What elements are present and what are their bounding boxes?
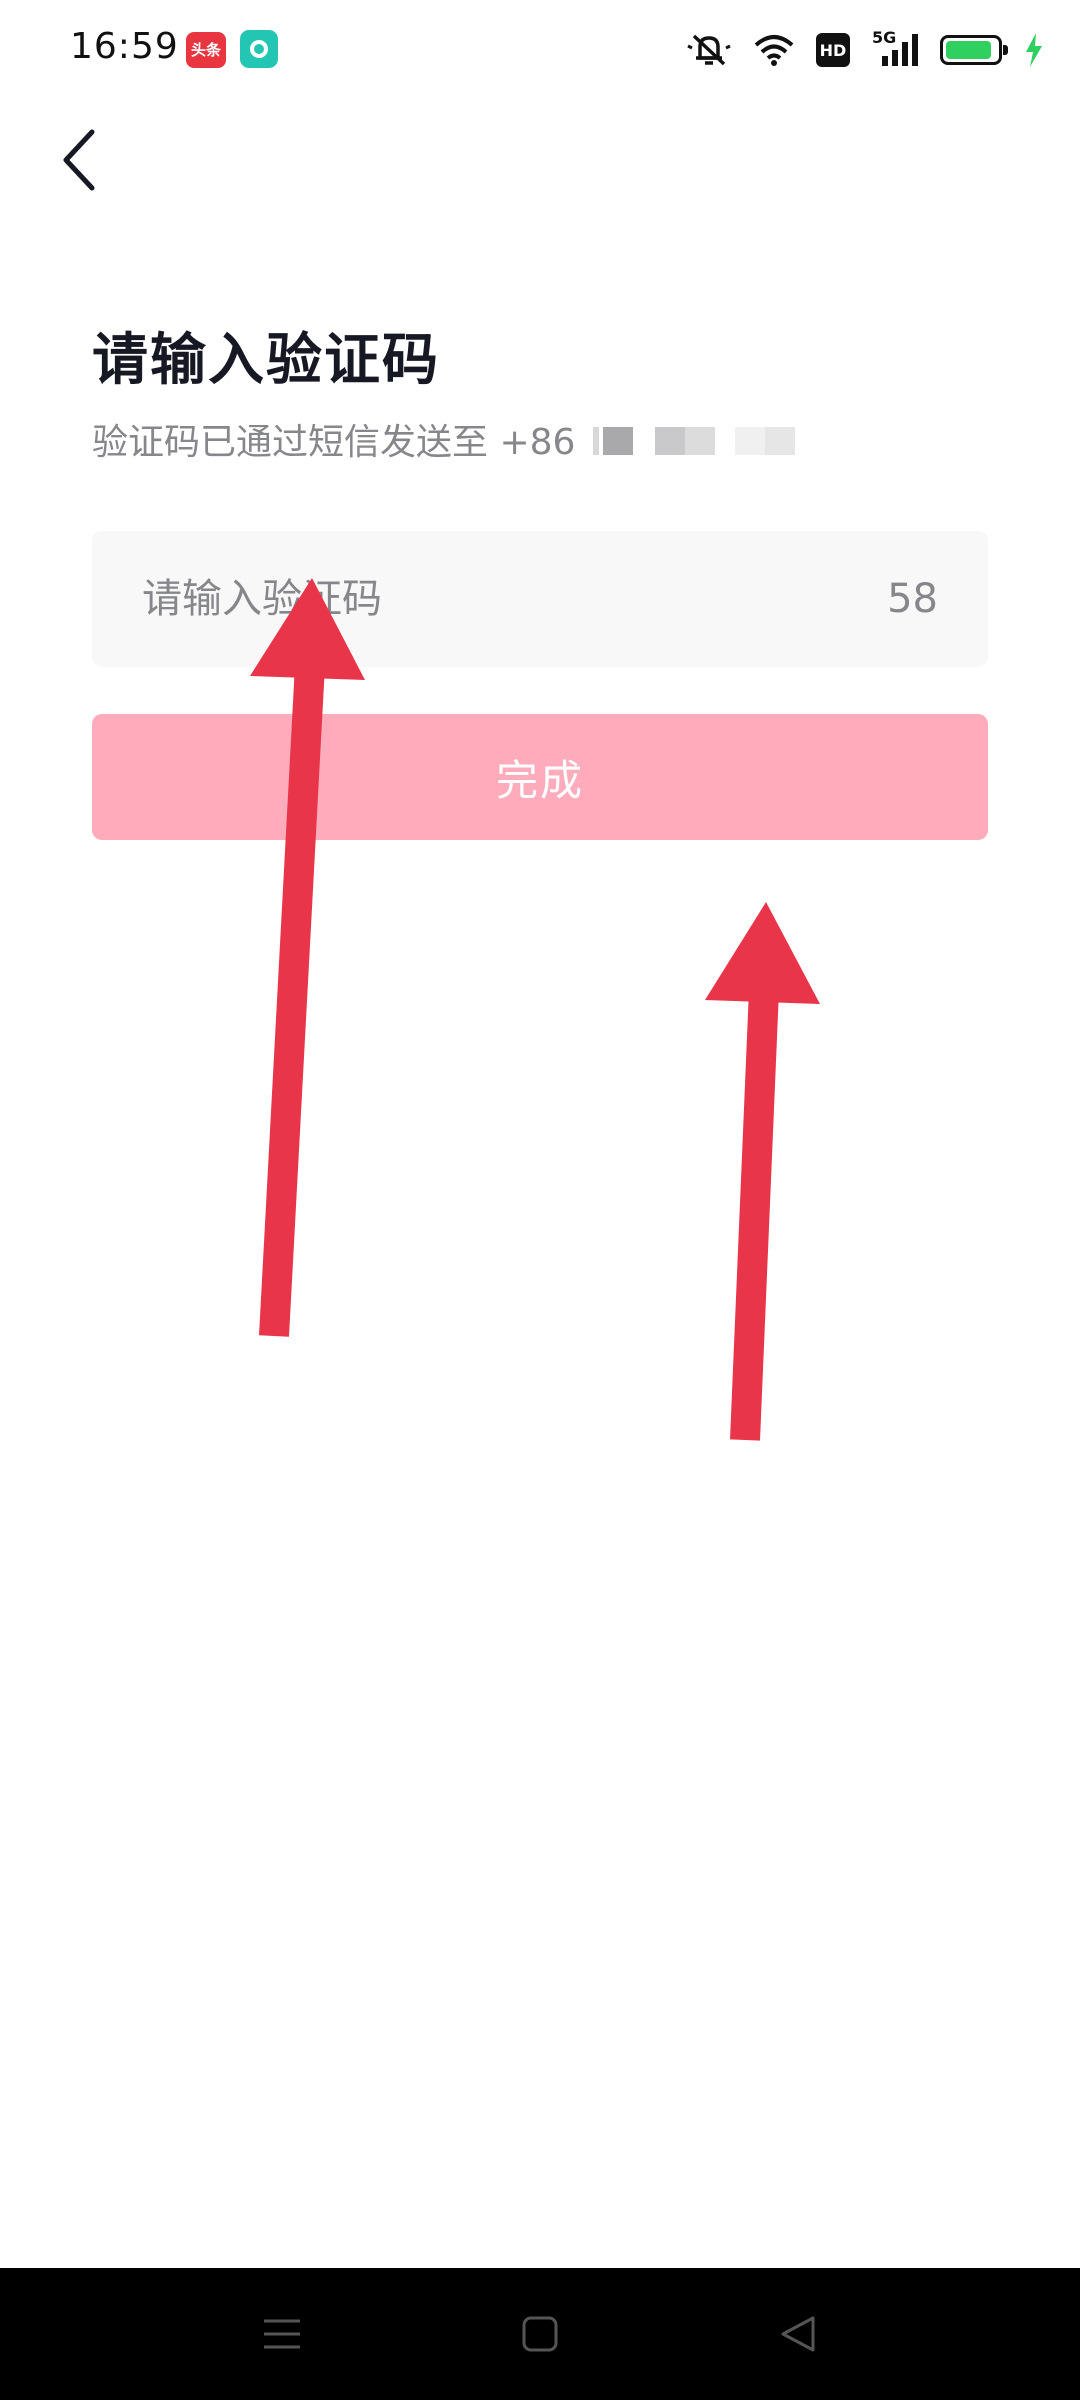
subtitle-text: 验证码已通过短信发送至 +86 — [92, 422, 576, 463]
back-button[interactable] — [50, 120, 110, 200]
toutiao-app-icon: 头条 — [186, 32, 226, 68]
home-square-icon — [522, 2316, 558, 2352]
nav-back-button[interactable] — [768, 2304, 828, 2364]
sms-sent-subtitle: 验证码已通过短信发送至 +86 — [92, 413, 803, 465]
status-bar: 16:59 头条 HD 5G — [0, 0, 1080, 100]
chevron-left-icon — [63, 129, 95, 191]
back-triangle-icon — [781, 2316, 815, 2352]
nav-home-button[interactable] — [510, 2304, 570, 2364]
status-time: 16:59 — [70, 26, 179, 67]
resend-countdown: 58 — [887, 576, 938, 622]
done-button[interactable]: 完成 — [92, 714, 988, 840]
battery-fill — [946, 41, 991, 59]
verification-code-page: 16:59 头条 HD 5G 请输入验证码 验证码已通过短信发送至 +86 请输… — [0, 0, 1080, 2400]
battery-icon — [940, 35, 1008, 65]
code-input-container[interactable]: 58 — [92, 531, 988, 667]
mute-bell-icon — [687, 34, 731, 66]
toutiao-app-label: 头条 — [190, 41, 221, 59]
page-title: 请输入验证码 — [92, 328, 440, 393]
masked-phone-number — [593, 421, 803, 457]
signal-5g-icon: 5G — [872, 28, 918, 68]
arrow-to-done-icon — [705, 902, 820, 1441]
arrow-to-input-icon — [250, 578, 365, 1337]
system-nav-bar — [0, 2268, 1080, 2400]
wifi-icon — [754, 35, 794, 66]
verification-code-input[interactable] — [140, 531, 840, 667]
hd-label: HD — [819, 40, 847, 60]
nav-menu-button[interactable] — [252, 2304, 312, 2364]
status-icons: HD 5G — [686, 28, 1044, 72]
notification-app-icon — [240, 30, 278, 68]
menu-icon — [264, 2319, 300, 2349]
charging-icon — [1026, 33, 1042, 67]
hd-icon: HD — [816, 33, 850, 67]
